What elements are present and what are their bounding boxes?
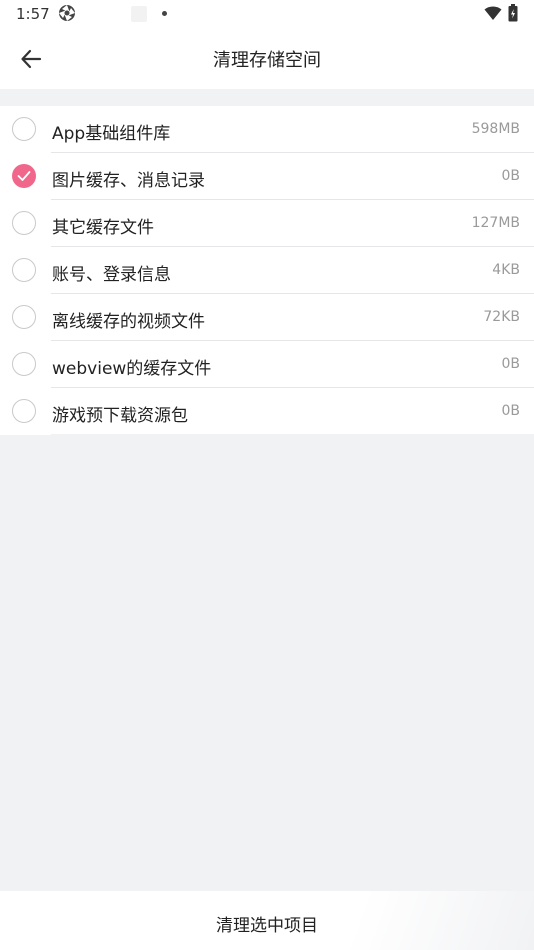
notification-icon xyxy=(131,6,147,22)
divider-inset xyxy=(0,434,51,435)
item-size: 4KB xyxy=(492,262,520,278)
item-size: 72KB xyxy=(483,309,520,325)
item-label: 其它缓存文件 xyxy=(52,218,154,238)
clean-selected-label: 清理选中项目 xyxy=(216,916,318,936)
checkbox[interactable] xyxy=(12,117,36,141)
checkbox[interactable] xyxy=(12,399,36,423)
list-item[interactable]: 其它缓存文件 127MB xyxy=(0,200,534,247)
item-size: 598MB xyxy=(471,121,520,137)
aperture-icon xyxy=(59,5,75,21)
checkbox[interactable] xyxy=(12,211,36,235)
check-icon xyxy=(17,171,31,181)
clean-selected-button[interactable]: 清理选中项目 xyxy=(0,891,534,950)
list-item[interactable]: App基础组件库 598MB xyxy=(0,106,534,153)
item-label: webview的缓存文件 xyxy=(52,359,212,379)
status-bar: 1:57 xyxy=(0,0,534,28)
item-size: 0B xyxy=(501,168,520,184)
list-item[interactable]: 图片缓存、消息记录 0B xyxy=(0,153,534,200)
app-header: 清理存储空间 xyxy=(0,28,534,89)
item-size: 0B xyxy=(501,403,520,419)
list-item[interactable]: webview的缓存文件 0B xyxy=(0,341,534,388)
list-item[interactable]: 离线缓存的视频文件 72KB xyxy=(0,294,534,341)
item-label: 离线缓存的视频文件 xyxy=(52,312,205,332)
wifi-icon xyxy=(484,6,502,20)
item-label: 图片缓存、消息记录 xyxy=(52,171,205,191)
checkbox[interactable] xyxy=(12,305,36,329)
item-label: 游戏预下载资源包 xyxy=(52,406,188,426)
item-size: 0B xyxy=(501,356,520,372)
checkbox-checked[interactable] xyxy=(12,164,36,188)
battery-icon xyxy=(508,4,518,22)
item-size: 127MB xyxy=(471,215,520,231)
storage-items-list: App基础组件库 598MB 图片缓存、消息记录 0B 其它缓存文件 127MB 账号、登录… xyxy=(0,106,534,435)
item-label: App基础组件库 xyxy=(52,124,171,144)
notification-dot-icon xyxy=(162,11,167,16)
list-item[interactable]: 游戏预下载资源包 0B xyxy=(0,388,534,435)
checkbox[interactable] xyxy=(12,258,36,282)
item-label: 账号、登录信息 xyxy=(52,265,171,285)
status-time: 1:57 xyxy=(16,5,50,23)
checkbox[interactable] xyxy=(12,352,36,376)
list-item[interactable]: 账号、登录信息 4KB xyxy=(0,247,534,294)
page-title: 清理存储空间 xyxy=(213,50,321,71)
